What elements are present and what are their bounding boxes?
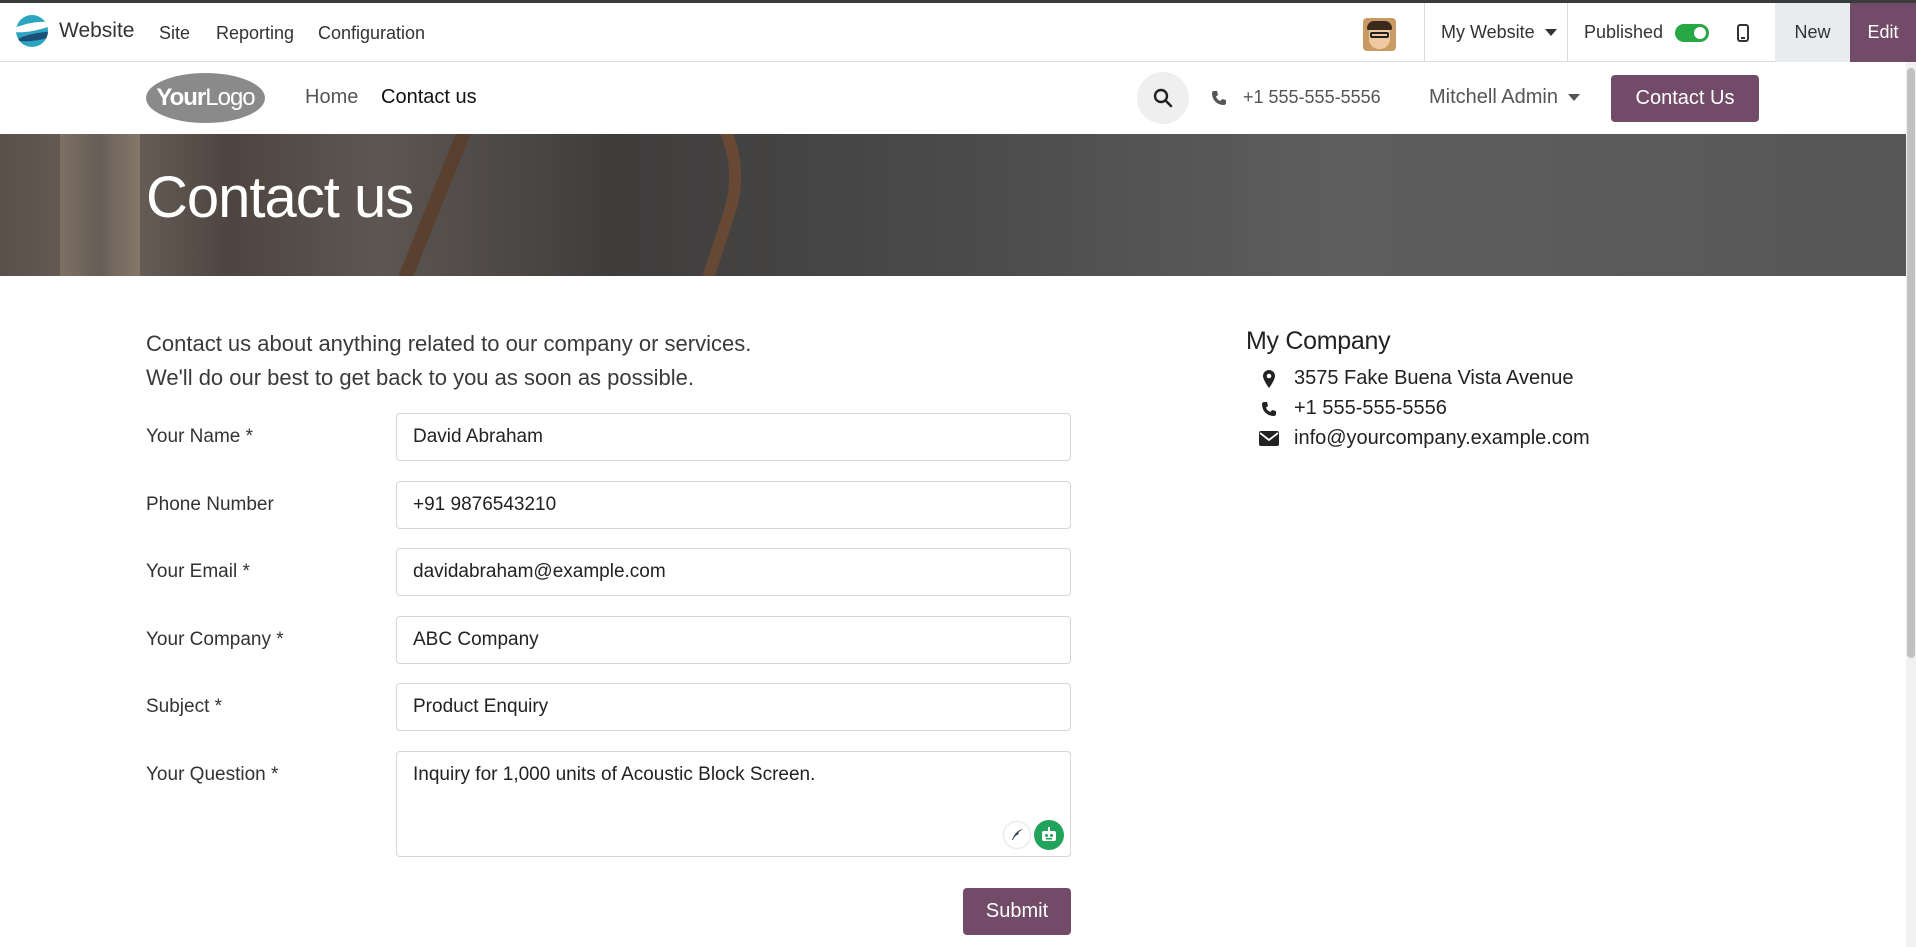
intro-line: Contact us about anything related to our… (146, 331, 752, 356)
banner-background-image (60, 134, 140, 276)
company-label: Your Company * (146, 629, 284, 650)
name-field[interactable]: David Abraham (396, 413, 1071, 461)
new-button[interactable]: New (1775, 3, 1850, 62)
site-header: Your Logo Home Contact us +1 555-555-5556… (0, 62, 1906, 134)
phone-icon (1212, 90, 1226, 105)
quill-pen-icon[interactable] (1004, 822, 1030, 848)
company-email-text[interactable]: info@yourcompany.example.com (1294, 427, 1590, 450)
avatar-hair (1367, 21, 1392, 30)
avatar-glasses (1370, 32, 1389, 38)
app-name: Website (59, 19, 135, 42)
toggle-switch[interactable] (1675, 23, 1710, 42)
search-button[interactable] (1137, 72, 1189, 124)
chevron-down-icon (1544, 29, 1557, 36)
app-switcher[interactable]: Website (16, 15, 134, 47)
nav-contact-us[interactable]: Contact us (381, 86, 477, 109)
question-textarea[interactable]: Inquiry for 1,000 units of Acoustic Bloc… (396, 751, 1071, 857)
menu-configuration[interactable]: Configuration (318, 23, 425, 44)
company-info: My Company 3575 Fake Buena Vista Avenue … (1246, 327, 1590, 449)
page-title: Contact us (146, 165, 414, 230)
menu-site[interactable]: Site (159, 23, 190, 44)
website-selector-label: My Website (1441, 22, 1535, 42)
email-label: Your Email * (146, 561, 250, 582)
divider (1424, 3, 1425, 62)
mobile-phone-icon (1737, 23, 1749, 42)
textarea-tools (1004, 820, 1064, 850)
company-address-text: 3575 Fake Buena Vista Avenue (1294, 367, 1574, 389)
admin-topbar: Website Site Reporting Configuration My … (0, 0, 1916, 62)
ai-robot-icon[interactable] (1034, 820, 1064, 850)
question-label: Your Question * (146, 764, 279, 785)
contact-us-button[interactable]: Contact Us (1611, 75, 1759, 122)
question-text: Inquiry for 1,000 units of Acoustic Bloc… (413, 764, 816, 785)
banner-chair-decoration (387, 134, 773, 276)
email-field[interactable]: davidabraham@example.com (396, 548, 1071, 596)
user-avatar[interactable] (1363, 18, 1396, 51)
user-menu[interactable]: Mitchell Admin (1429, 86, 1580, 109)
company-field[interactable]: ABC Company (396, 616, 1071, 664)
company-phone-text: +1 555-555-5556 (1294, 397, 1447, 419)
nav-home[interactable]: Home (305, 86, 358, 109)
website-app-icon (16, 15, 48, 47)
header-phone[interactable]: +1 555-555-5556 (1211, 87, 1381, 108)
company-phone: +1 555-555-5556 (1258, 397, 1447, 420)
scrollbar-thumb[interactable] (1907, 68, 1915, 658)
edit-button[interactable]: Edit (1850, 3, 1916, 62)
company-name: My Company (1246, 327, 1391, 355)
menu-reporting[interactable]: Reporting (216, 23, 294, 44)
user-name: Mitchell Admin (1429, 86, 1558, 108)
phone-field[interactable]: +91 9876543210 (396, 481, 1071, 529)
map-marker-icon (1258, 369, 1280, 388)
intro-line: We'll do our best to get back to you as … (146, 365, 695, 390)
subject-field[interactable]: Product Enquiry (396, 683, 1071, 731)
envelope-icon (1258, 431, 1280, 446)
intro-text: Contact us about anything related to our… (146, 327, 751, 395)
published-label: Published (1584, 22, 1664, 42)
published-toggle[interactable]: Published (1584, 3, 1710, 62)
phone-icon (1258, 401, 1280, 417)
name-label: Your Name * (146, 426, 254, 447)
header-phone-number: +1 555-555-5556 (1243, 87, 1381, 107)
search-icon (1153, 88, 1173, 108)
divider (1567, 3, 1568, 62)
subject-label: Subject * (146, 696, 223, 717)
company-address: 3575 Fake Buena Vista Avenue (1258, 367, 1573, 390)
logo-text: Logo (205, 84, 255, 111)
site-logo[interactable]: Your Logo (146, 73, 265, 123)
page-banner: Contact us (0, 134, 1906, 276)
website-selector[interactable]: My Website (1441, 3, 1557, 62)
logo-text-bold: Your (156, 84, 206, 111)
mobile-preview-button[interactable] (1737, 3, 1749, 62)
chevron-down-icon (1567, 94, 1580, 101)
company-email: info@yourcompany.example.com (1258, 427, 1590, 450)
page-scrollbar[interactable] (1906, 62, 1916, 947)
phone-label: Phone Number (146, 494, 274, 515)
submit-button[interactable]: Submit (963, 888, 1071, 935)
